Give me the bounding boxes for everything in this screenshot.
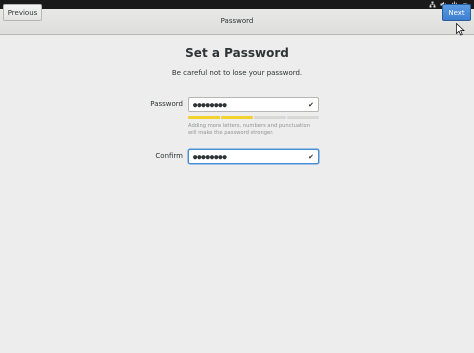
network-icon[interactable] (429, 1, 436, 8)
header-title: Password (220, 17, 254, 25)
checkmark-icon: ✔ (308, 100, 314, 109)
confirm-label: Confirm (155, 152, 183, 160)
confirm-password-field[interactable]: ●●●●●●●● ✔ (188, 149, 319, 164)
next-button[interactable]: Next (442, 4, 471, 21)
strength-segment (188, 116, 220, 119)
password-label: Password (150, 100, 183, 108)
strength-segment (287, 116, 319, 119)
password-value: ●●●●●●●● (193, 100, 227, 109)
system-top-bar (0, 0, 474, 9)
page-title: Set a Password (185, 46, 289, 60)
password-strength-bar (188, 116, 319, 119)
page-subtitle: Be careful not to lose your password. (171, 69, 303, 77)
password-strength-hint: Adding more letters, numbers and punctua… (188, 123, 310, 136)
confirm-value: ●●●●●●●● (193, 152, 227, 161)
password-field[interactable]: ●●●●●●●● ✔ (188, 97, 319, 112)
checkmark-icon: ✔ (308, 152, 314, 161)
strength-segment (221, 116, 253, 119)
strength-segment (254, 116, 286, 119)
